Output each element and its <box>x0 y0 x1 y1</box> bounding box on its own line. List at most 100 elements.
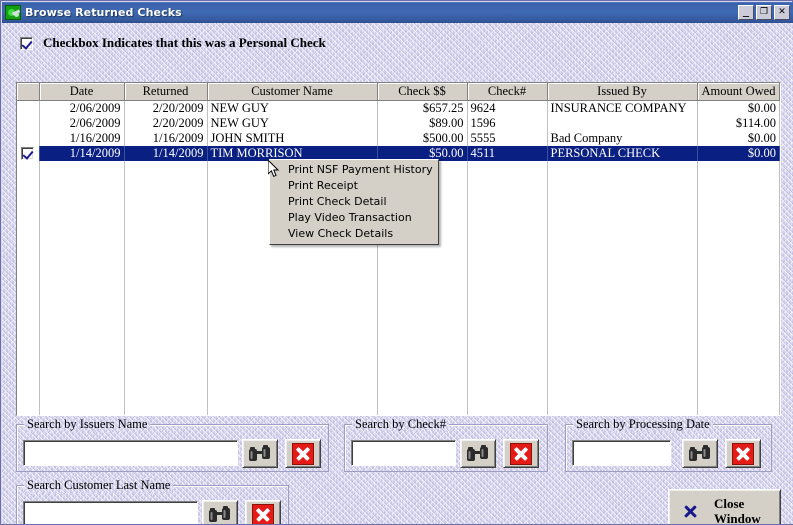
column-header-customer-name[interactable]: Customer Name <box>207 83 378 101</box>
menu-item-print-receipt[interactable]: Print Receipt <box>270 178 438 194</box>
window-title: Browse Returned Checks <box>25 6 182 19</box>
cell-check-amount[interactable]: $89.00 <box>377 116 468 131</box>
maximize-button[interactable]: ❐ <box>756 5 772 20</box>
column-header-check-number[interactable]: Check# <box>467 83 548 101</box>
grid-empty-cell <box>39 206 125 221</box>
column-header-returned[interactable]: Returned <box>124 83 208 101</box>
grid-empty-cell <box>467 296 548 311</box>
grid-empty-cell <box>697 401 780 415</box>
search-customer-last-name-input[interactable] <box>23 501 198 524</box>
table-row[interactable]: 2/06/2009 2/20/2009 NEW GUY $89.00 1596 $114.… <box>17 116 780 131</box>
grid-empty-cell <box>17 281 40 296</box>
red-x-icon <box>252 503 274 524</box>
grid-empty-cell <box>547 191 698 206</box>
column-header-check-amount[interactable]: Check $$ <box>377 83 468 101</box>
grid-empty-cell <box>547 281 698 296</box>
search-customer-last-name-find-button[interactable] <box>202 500 238 524</box>
column-header-date[interactable]: Date <box>39 83 125 101</box>
close-button[interactable]: ✕ <box>774 5 790 20</box>
grid-empty-cell <box>17 206 40 221</box>
cell-returned[interactable]: 2/20/2009 <box>124 116 208 131</box>
grid-empty-cell <box>207 251 378 266</box>
grid-empty-cell <box>547 176 698 191</box>
minimize-button[interactable]: _ <box>738 4 754 20</box>
cell-issued-by[interactable]: PERSONAL CHECK <box>547 146 698 161</box>
search-issuers-name-label: Search by Issuers Name <box>24 417 150 432</box>
grid-empty-cell <box>39 371 125 386</box>
grid-empty-cell <box>467 341 548 356</box>
cell-customer-name[interactable]: JOHN SMITH <box>207 131 378 146</box>
cell-check-number[interactable]: 5555 <box>467 131 548 146</box>
search-customer-last-name-clear-button[interactable] <box>245 500 281 524</box>
cell-issued-by[interactable] <box>547 116 698 131</box>
grid-empty-cell <box>547 326 698 341</box>
search-issuers-name-clear-button[interactable] <box>285 439 321 468</box>
cell-check-number[interactable]: 9624 <box>467 100 548 116</box>
search-check-number-clear-button[interactable] <box>503 439 539 468</box>
table-row[interactable]: 1/16/2009 1/16/2009 JOHN SMITH $500.00 5555 B… <box>17 131 780 146</box>
grid-empty-cell <box>39 161 125 176</box>
grid-empty-cell <box>697 221 780 236</box>
column-header-issued-by[interactable]: Issued By <box>547 83 698 101</box>
grid-empty-cell <box>39 221 125 236</box>
cell-check-number[interactable]: 4511 <box>467 146 548 161</box>
close-window-button[interactable]: Close Window <box>668 489 781 524</box>
cell-customer-name[interactable]: NEW GUY <box>207 100 378 116</box>
column-header-amount-owed[interactable]: Amount Owed <box>697 83 780 101</box>
grid-empty-cell <box>377 386 468 401</box>
grid-empty-cell <box>39 296 125 311</box>
search-check-number-find-button[interactable] <box>460 439 496 468</box>
cell-returned[interactable]: 1/16/2009 <box>124 131 208 146</box>
row-personal-check-cell[interactable] <box>17 100 40 116</box>
grid-empty-cell <box>207 401 378 415</box>
search-issuers-name-find-button[interactable] <box>242 439 278 468</box>
menu-item-print-nsf-payment-history[interactable]: Print NSF Payment History <box>270 162 438 178</box>
cell-customer-name[interactable]: NEW GUY <box>207 116 378 131</box>
cell-amount-owed[interactable]: $0.00 <box>697 100 780 116</box>
cell-date[interactable]: 1/16/2009 <box>39 131 125 146</box>
row-personal-check-cell[interactable] <box>17 116 40 131</box>
grid-empty-cell <box>547 341 698 356</box>
cell-amount-owed[interactable]: $114.00 <box>697 116 780 131</box>
grid-empty-cell <box>124 326 208 341</box>
personal-check-checkbox[interactable] <box>20 36 33 50</box>
close-window-label: Close Window <box>714 496 761 524</box>
grid-empty-cell <box>547 251 698 266</box>
cell-returned[interactable]: 2/20/2009 <box>124 100 208 116</box>
cell-date[interactable]: 2/06/2009 <box>39 116 125 131</box>
search-processing-date-find-button[interactable] <box>682 439 718 468</box>
cell-issued-by[interactable]: Bad Company <box>547 131 698 146</box>
search-issuers-name-input[interactable] <box>23 440 238 466</box>
cell-check-number[interactable]: 1596 <box>467 116 548 131</box>
grid-empty-cell <box>39 386 125 401</box>
cell-returned[interactable]: 1/14/2009 <box>124 146 208 161</box>
maximize-icon: ❐ <box>759 7 769 17</box>
cell-date[interactable]: 2/06/2009 <box>39 100 125 116</box>
row-personal-check-cell[interactable] <box>17 131 40 146</box>
cell-check-amount[interactable]: $657.25 <box>377 100 468 116</box>
cell-amount-owed[interactable]: $0.00 <box>697 146 780 161</box>
cell-amount-owed[interactable]: $0.00 <box>697 131 780 146</box>
close-window-line2: Window <box>714 511 761 524</box>
search-processing-date-clear-button[interactable] <box>725 439 761 468</box>
row-personal-check-cell[interactable] <box>17 146 40 161</box>
cell-check-amount[interactable]: $500.00 <box>377 131 468 146</box>
grid-empty-cell <box>124 206 208 221</box>
menu-item-print-check-detail[interactable]: Print Check Detail <box>270 194 438 210</box>
returned-checks-grid[interactable]: Date Returned Customer Name Check $$ Che… <box>16 82 781 416</box>
cell-issued-by[interactable]: INSURANCE COMPANY <box>547 100 698 116</box>
grid-empty-cell <box>124 296 208 311</box>
search-processing-date-input[interactable] <box>572 440 671 466</box>
search-check-number-input[interactable] <box>351 440 456 466</box>
grid-empty-cell <box>39 176 125 191</box>
row-personal-check-checkbox[interactable] <box>21 147 35 160</box>
grid-empty-cell <box>39 401 125 415</box>
menu-item-view-check-details[interactable]: View Check Details <box>270 226 438 242</box>
grid-context-menu[interactable]: Print NSF Payment History Print Receipt … <box>269 159 439 245</box>
title-bar[interactable]: Browse Returned Checks _ ❐ ✕ <box>2 2 793 24</box>
cell-date[interactable]: 1/14/2009 <box>39 146 125 161</box>
table-row[interactable]: 2/06/2009 2/20/2009 NEW GUY $657.25 9624 INSU… <box>17 100 780 116</box>
column-header-check[interactable] <box>17 83 40 101</box>
menu-item-play-video-transaction[interactable]: Play Video Transaction <box>270 210 438 226</box>
grid-empty-row <box>17 281 780 296</box>
